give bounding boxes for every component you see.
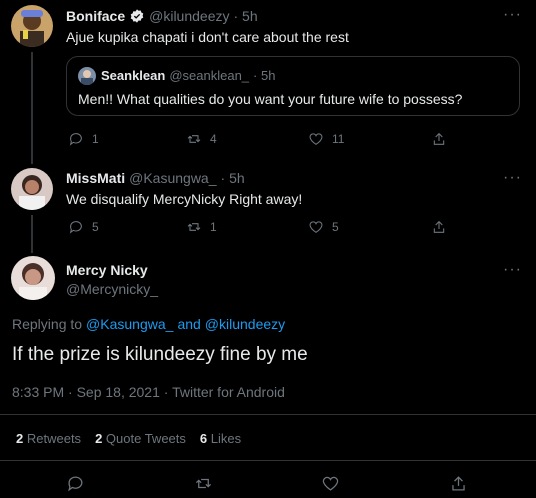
replying-user-link[interactable]: @Kasungwa_ bbox=[86, 316, 173, 332]
heart-icon bbox=[322, 476, 339, 491]
avatar[interactable] bbox=[11, 168, 53, 210]
quote-author-name: Seanklean bbox=[101, 68, 166, 83]
reply-icon bbox=[69, 133, 82, 146]
heart-icon bbox=[309, 133, 323, 145]
like-button[interactable]: 5 bbox=[308, 219, 339, 235]
share-button[interactable] bbox=[431, 219, 447, 235]
quote-author-handle: @seanklean_ bbox=[169, 68, 250, 83]
author-name[interactable]: Mercy Nicky bbox=[66, 262, 148, 278]
divider bbox=[0, 414, 536, 415]
retweet-button[interactable]: 4 bbox=[186, 131, 217, 147]
more-options-button[interactable]: ··· bbox=[503, 261, 522, 279]
main-tweet-text: If the prize is kilundeezy fine by me bbox=[12, 344, 308, 365]
share-icon bbox=[433, 220, 445, 233]
quote-text: Men!! What qualities do you want your fu… bbox=[78, 91, 463, 107]
quote-tweet-card[interactable]: Seanklean @seanklean_ · 5h Men!! What qu… bbox=[66, 56, 520, 116]
likes-stat[interactable]: 6 Likes bbox=[200, 431, 241, 446]
reply-button[interactable]: 5 bbox=[68, 219, 99, 235]
author-handle[interactable]: @kilundeezy bbox=[149, 8, 229, 24]
share-icon bbox=[433, 132, 445, 145]
share-button[interactable] bbox=[449, 474, 468, 493]
like-button[interactable]: 11 bbox=[308, 131, 344, 147]
share-icon bbox=[452, 476, 465, 491]
author-handle[interactable]: @Kasungwa_ bbox=[129, 170, 216, 186]
quote-time: · 5h bbox=[253, 68, 276, 83]
more-options-button[interactable]: ··· bbox=[503, 6, 522, 24]
reply-icon bbox=[69, 221, 82, 234]
replying-prefix: Replying to bbox=[12, 316, 83, 332]
retweet-button[interactable]: 1 bbox=[186, 219, 217, 235]
reply-count: 5 bbox=[92, 220, 99, 234]
retweet-button[interactable] bbox=[194, 474, 213, 493]
author-name[interactable]: Boniface bbox=[66, 8, 125, 24]
divider bbox=[0, 460, 536, 461]
reply-count: 1 bbox=[92, 132, 99, 146]
thread-line bbox=[31, 215, 33, 253]
replying-user-link[interactable]: @kilundeezy bbox=[205, 316, 285, 332]
tweet-stats: 2 Retweets 2 Quote Tweets 6 Likes bbox=[16, 431, 241, 446]
author-name[interactable]: MissMati bbox=[66, 170, 125, 186]
retweet-icon bbox=[195, 478, 212, 489]
thread-line bbox=[31, 52, 33, 164]
retweet-count: 4 bbox=[210, 132, 217, 146]
retweets-stat[interactable]: 2 Retweets bbox=[16, 431, 81, 446]
avatar bbox=[78, 67, 96, 85]
quote-tweets-stat[interactable]: 2 Quote Tweets bbox=[95, 431, 186, 446]
tweet-meta[interactable]: 8:33 PM · Sep 18, 2021 · Twitter for And… bbox=[12, 384, 285, 400]
tweet-text: Ajue kupika chapati i don't care about t… bbox=[66, 29, 349, 45]
like-button[interactable] bbox=[321, 474, 340, 493]
avatar[interactable] bbox=[11, 5, 53, 47]
share-button[interactable] bbox=[431, 131, 447, 147]
tweet-time[interactable]: · 5h bbox=[234, 8, 258, 24]
like-count: 11 bbox=[332, 132, 345, 146]
replying-and: and bbox=[177, 316, 201, 332]
author-handle[interactable]: @Mercynicky_ bbox=[66, 281, 158, 297]
tweet-text: We disqualify MercyNicky Right away! bbox=[66, 191, 303, 207]
more-options-button[interactable]: ··· bbox=[503, 169, 522, 187]
avatar[interactable] bbox=[11, 256, 55, 300]
like-count: 5 bbox=[332, 220, 339, 234]
reply-button[interactable] bbox=[66, 474, 85, 493]
retweet-icon bbox=[187, 135, 201, 143]
retweet-icon bbox=[187, 223, 201, 231]
reply-button[interactable]: 1 bbox=[68, 131, 99, 147]
retweet-count: 1 bbox=[210, 220, 217, 234]
heart-icon bbox=[309, 221, 323, 233]
tweet-time[interactable]: · 5h bbox=[221, 170, 245, 186]
replying-to: Replying to @Kasungwa_ and @kilundeezy bbox=[12, 316, 285, 332]
reply-icon bbox=[68, 476, 83, 492]
verified-icon bbox=[129, 8, 145, 24]
